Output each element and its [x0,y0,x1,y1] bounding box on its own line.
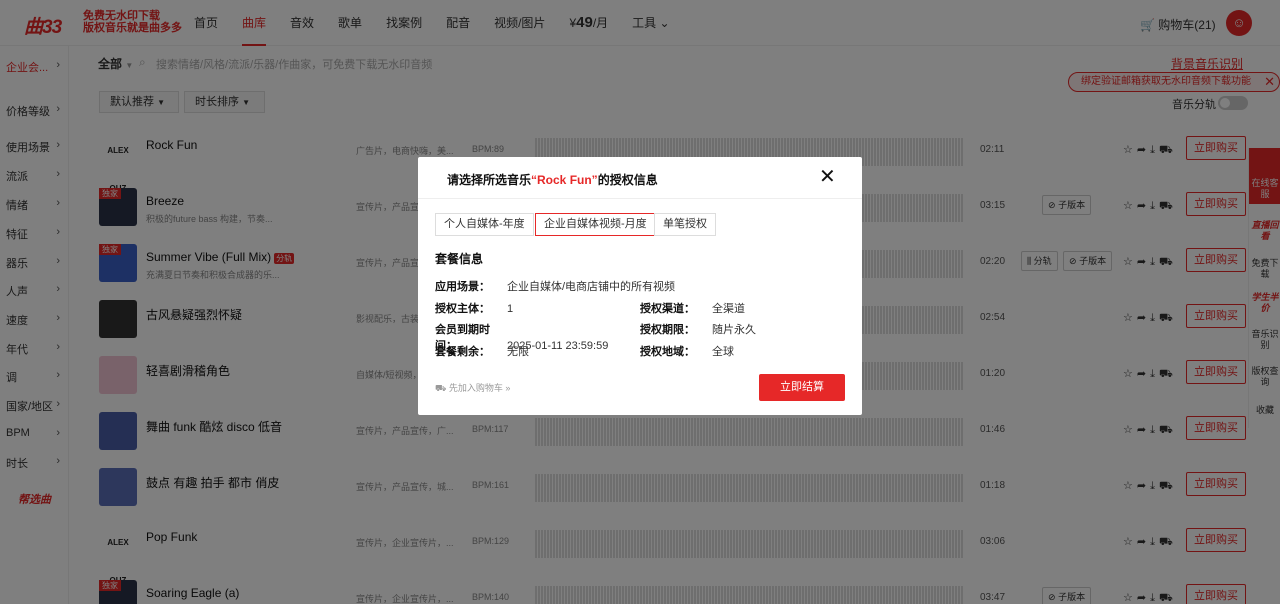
channel-value: 全渠道 [712,303,745,315]
period-row: 授权期限： 随片永久 [640,321,756,337]
scene-value: 企业自媒体/电商店铺中的所有视频 [507,281,676,293]
tab-enterprise-monthly[interactable]: 企业自媒体视频-月度 [535,213,656,236]
period-key: 授权期限： [640,324,695,336]
region-value: 全球 [712,346,734,358]
cart-icon: ⛟ [435,383,447,393]
remain-row: 套餐剩余： 无限 [435,343,529,359]
add-to-cart-label: 先加入购物车 [448,383,503,393]
tab-personal-yearly[interactable]: 个人自媒体-年度 [435,213,534,236]
tab-single-license[interactable]: 单笔授权 [654,213,716,236]
scene-key: 应用场景： [435,281,490,293]
subject-row: 授权主体： 1 [435,300,513,316]
remain-key: 套餐剩余： [435,346,490,358]
license-modal: 请选择所选音乐“Rock Fun”的授权信息 ✕ 个人自媒体-年度 企业自媒体视… [418,157,862,415]
modal-header: 请选择所选音乐“Rock Fun”的授权信息 ✕ [418,157,862,199]
remain-value: 无限 [507,346,529,358]
region-key: 授权地域： [640,346,695,358]
package-heading: 套餐信息 [435,252,484,266]
modal-title-suffix: 的授权信息 [597,173,658,187]
add-to-cart-link[interactable]: ⛟ 先加入购物车 » [435,381,510,395]
period-value: 随片永久 [712,324,756,336]
scene-row: 应用场景： 企业自媒体/电商店铺中的所有视频 [435,278,675,294]
double-chevron-icon: » [505,383,511,393]
modal-title-prefix: 请选择所选音乐 [447,173,532,187]
modal-title-song: “Rock Fun” [531,173,598,187]
subject-value: 1 [507,303,514,315]
region-row: 授权地域： 全球 [640,343,734,359]
checkout-button[interactable]: 立即结算 [759,374,845,401]
close-icon[interactable]: ✕ [819,167,836,187]
modal-title: 请选择所选音乐“Rock Fun”的授权信息 [447,171,658,188]
channel-key: 授权渠道： [640,303,695,315]
subject-key: 授权主体： [435,303,490,315]
channel-row: 授权渠道： 全渠道 [640,300,745,316]
